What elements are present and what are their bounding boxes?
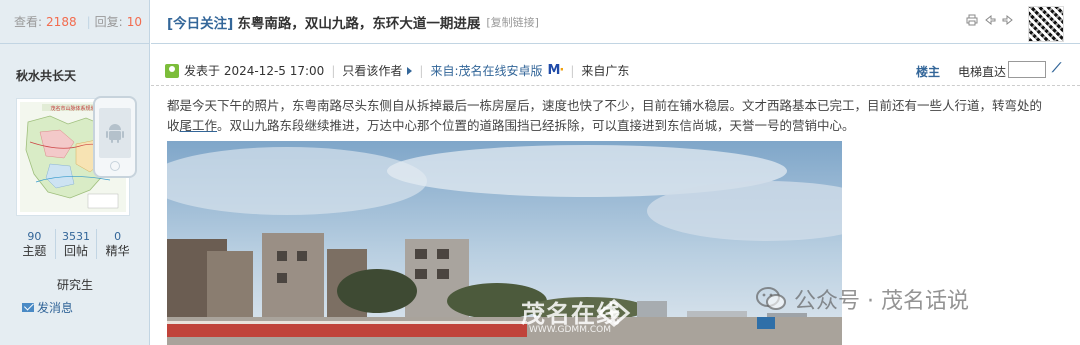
thread-category[interactable]: [今日关注] [167,12,233,32]
print-icon[interactable] [966,14,978,26]
author-rank: 研究生 [56,278,93,292]
views-count: 2188 [46,14,77,29]
stats-divider: | [86,14,91,29]
elevator-label: 电梯直达 [957,65,1006,79]
copy-link-button[interactable]: [复制链接] [486,14,539,30]
post-body-text: 都是今天下午的照片，东粤南路尽头东侧自从拆掉最后一栋房屋后，速度也快了不少，目前… [167,98,1043,133]
views-label: 查看: [14,15,43,29]
from-region: 来自广东 [581,64,630,78]
author-counts: 90 主题 3531 回帖 0 精华 [14,229,138,259]
avatar-title: 茂名市山脉体系规划 [50,105,95,112]
next-icon[interactable] [1002,14,1014,26]
elevator-go-icon[interactable]: ⟋ [1052,62,1062,76]
send-message-link[interactable]: 发消息 [22,299,73,316]
thread-subject: 东粤南路，双山九路，东环大道一期进展 [237,15,481,32]
count-replies[interactable]: 3531 回帖 [56,229,98,259]
mobile-client-badge [93,96,137,178]
count-digest[interactable]: 0 精华 [97,229,138,259]
qr-code-icon[interactable] [1028,6,1064,42]
wechat-watermark: 公众号 · 茂名话说 [756,283,969,315]
replies-label: 回复: [94,15,123,29]
mail-icon [22,303,34,312]
post-header: 发表于 2024-12-5 17:00 | 只看该作者 | 来自:茂名在线安卓版… [151,56,1080,86]
prev-icon[interactable] [984,14,996,26]
android-icon [106,124,124,143]
thread-stats: 查看: 2188 | 回复: 10 [0,0,149,44]
app-logo-icon: M· [547,63,564,78]
author-name[interactable]: 秋水共长天 [16,67,76,84]
post-date: 发表于 2024-12-5 17:00 [184,64,325,78]
wechat-icon [756,287,786,310]
online-status-icon [165,63,179,78]
floor-label[interactable]: 楼主 [916,63,940,80]
elevator-input[interactable] [1008,61,1046,78]
count-topics[interactable]: 90 主题 [14,229,56,259]
replies-count: 10 [126,14,142,29]
only-author-link[interactable]: 只看该作者 [342,62,402,79]
thread-title-bar: [今日关注] 东粤南路，双山九路，东环大道一期进展 [复制链接] [151,0,1080,44]
post-content: [今日关注] 东粤南路，双山九路，东环大道一期进展 [复制链接] 发表于 202… [151,0,1080,345]
gdmm-watermark: 茂名在线 [521,300,621,328]
thread-tools [966,14,1014,26]
gdmm-watermark-url: WWW.GDMM.COM [529,325,611,335]
author-sidebar: 查看: 2188 | 回复: 10 秋水共长天 茂名市山脉体系规划 90 主题 … [0,0,150,345]
arrow-right-icon [407,66,413,75]
from-app-link[interactable]: 来自:茂名在线安卓版 [430,62,542,79]
